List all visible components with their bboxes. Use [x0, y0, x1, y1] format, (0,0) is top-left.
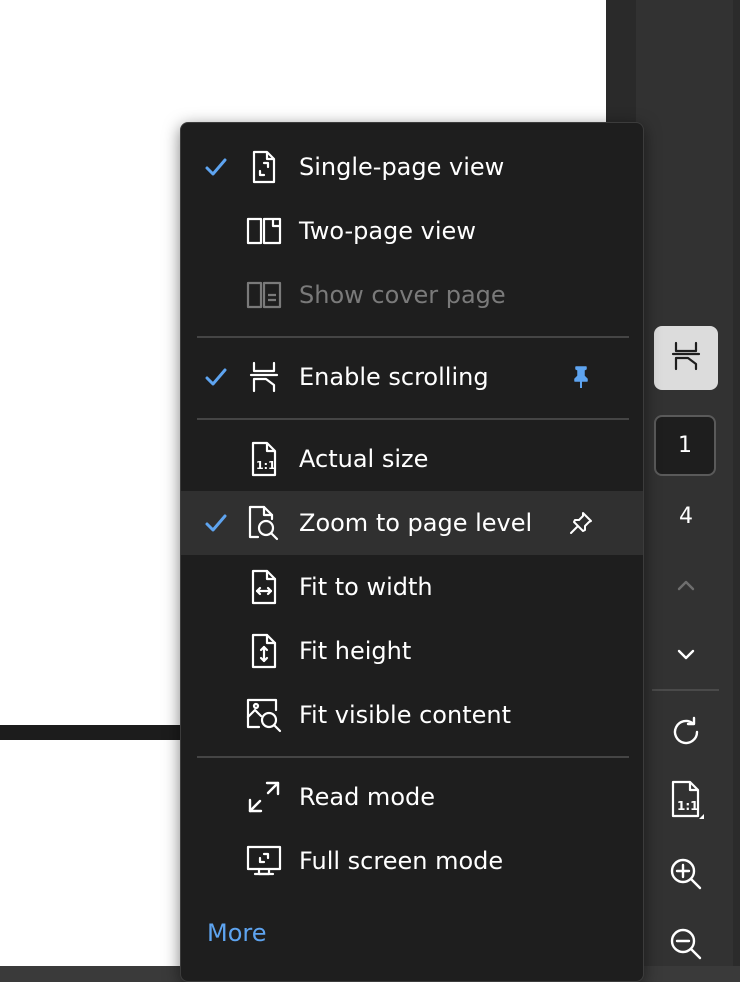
svg-text:1:1: 1:1	[256, 459, 276, 472]
menu-item-full-screen-mode[interactable]: Full screen mode	[181, 829, 643, 893]
menu-item-zoom-to-page-level[interactable]: Zoom to page level	[181, 491, 643, 555]
menu-item-label: Fit height	[299, 637, 412, 665]
zoom-out-button[interactable]	[654, 922, 718, 970]
menu-item-label: Single-page view	[299, 153, 505, 181]
pin-icon[interactable]	[567, 363, 595, 391]
menu-item-label: Enable scrolling	[299, 363, 489, 391]
menu-item-label: Read mode	[299, 783, 435, 811]
svg-text:1:1: 1:1	[677, 799, 699, 813]
cover-page-icon	[245, 276, 283, 314]
more-link[interactable]: More	[207, 919, 267, 947]
read-mode-icon	[245, 778, 283, 816]
menu-item-label: Fit visible content	[299, 701, 511, 729]
checkmark-icon	[203, 364, 229, 390]
rotate-button[interactable]	[654, 712, 718, 756]
checkmark-icon	[203, 510, 229, 536]
rail-edge	[733, 0, 740, 966]
zoom-out-icon	[668, 926, 704, 966]
checkmark-icon	[203, 154, 229, 180]
chevron-up-icon	[674, 574, 698, 602]
total-pages: 4	[654, 500, 718, 532]
next-page-button[interactable]	[654, 638, 718, 674]
menu-item-actual-size[interactable]: 1:1 Actual size	[181, 427, 643, 491]
menu-item-single-page-view[interactable]: Single-page view	[181, 135, 643, 199]
menu-item-fit-visible-content[interactable]: Fit visible content	[181, 683, 643, 747]
single-page-icon	[245, 148, 283, 186]
menu-item-show-cover-page[interactable]: Show cover page	[181, 263, 643, 327]
menu-item-fit-height[interactable]: Fit height	[181, 619, 643, 683]
rotate-icon	[669, 715, 703, 753]
pin-outline-icon[interactable]	[567, 509, 595, 537]
actual-size-icon: 1:1	[666, 779, 706, 827]
menu-item-label: Show cover page	[299, 281, 506, 309]
zoom-mode-button[interactable]: 1:1	[654, 778, 718, 828]
zoom-page-icon	[245, 504, 283, 542]
page-number-input[interactable]: 1	[654, 415, 716, 476]
menu-item-fit-to-width[interactable]: Fit to width	[181, 555, 643, 619]
full-screen-icon	[245, 842, 283, 880]
current-page-value: 1	[678, 433, 692, 458]
menu-item-enable-scrolling[interactable]: Enable scrolling	[181, 345, 643, 409]
menu-item-label: Two-page view	[299, 217, 476, 245]
menu-separator	[197, 418, 629, 420]
chevron-down-icon	[674, 642, 698, 670]
enable-scrolling-button[interactable]	[654, 326, 718, 390]
rail-divider	[652, 689, 719, 691]
actual-size-icon: 1:1	[245, 440, 283, 478]
menu-separator	[197, 756, 629, 758]
scroll-icon	[670, 340, 702, 376]
total-pages-value: 4	[679, 503, 693, 529]
scroll-icon	[245, 358, 283, 396]
fit-width-icon	[245, 568, 283, 606]
fit-height-icon	[245, 632, 283, 670]
menu-item-label: Full screen mode	[299, 847, 504, 875]
menu-item-label: Actual size	[299, 445, 429, 473]
fit-visible-icon	[245, 696, 283, 734]
menu-item-read-mode[interactable]: Read mode	[181, 765, 643, 829]
menu-separator	[197, 336, 629, 338]
previous-page-button[interactable]	[654, 570, 718, 606]
menu-item-label: Fit to width	[299, 573, 433, 601]
menu-item-two-page-view[interactable]: Two-page view	[181, 199, 643, 263]
two-page-icon	[245, 212, 283, 250]
page-display-menu: Single-page view Two-page view Show cove…	[180, 122, 644, 982]
zoom-in-icon	[668, 856, 704, 896]
zoom-in-button[interactable]	[654, 852, 718, 900]
menu-item-label: Zoom to page level	[299, 509, 533, 537]
